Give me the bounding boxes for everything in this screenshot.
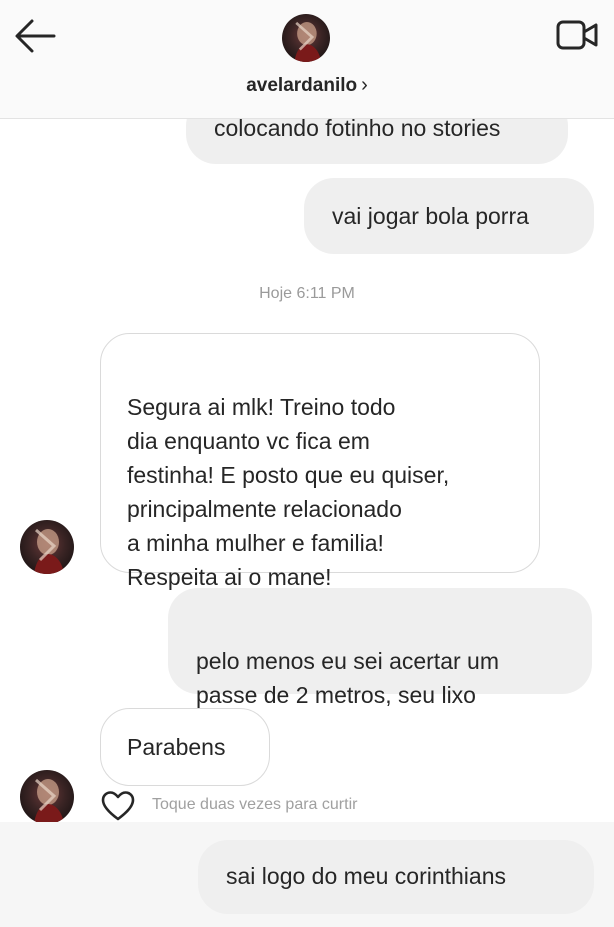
message-text: Segura ai mlk! Treino todo dia enquanto … xyxy=(127,394,450,590)
message-text: vai jogar bola porra xyxy=(332,203,529,229)
message-text: sai logo do meu corinthians xyxy=(226,863,506,889)
heart-icon[interactable] xyxy=(100,788,136,824)
profile-avatar[interactable] xyxy=(282,14,330,62)
chevron-right-icon: › xyxy=(361,74,368,96)
video-call-button[interactable] xyxy=(552,14,602,58)
chat-header: avelardanilo › xyxy=(0,0,614,119)
message-bubble-sent[interactable]: sai logo do meu corinthians xyxy=(198,840,594,914)
username-title[interactable]: avelardanilo › xyxy=(0,74,614,97)
username-text: avelardanilo xyxy=(246,75,358,96)
message-bubble-sent[interactable]: vai jogar bola porra xyxy=(304,178,594,254)
back-button[interactable] xyxy=(10,16,60,56)
like-hint-text: Toque duas vezes para curtir xyxy=(152,796,358,813)
message-timestamp: Hoje 6:11 PM xyxy=(259,285,355,302)
message-bubble-sent[interactable]: pelo menos eu sei acertar um passe de 2 … xyxy=(168,588,592,708)
video-camera-icon xyxy=(556,20,598,50)
message-bubble-received[interactable]: Parabens xyxy=(100,708,270,786)
sender-avatar[interactable] xyxy=(20,520,74,574)
arrow-left-icon xyxy=(15,19,56,53)
message-bubble-received[interactable]: Segura ai mlk! Treino todo dia enquanto … xyxy=(100,333,540,590)
message-text: pelo menos eu sei acertar um passe de 2 … xyxy=(196,648,499,708)
message-text: Parabens xyxy=(127,734,226,760)
sender-avatar[interactable] xyxy=(20,770,74,824)
